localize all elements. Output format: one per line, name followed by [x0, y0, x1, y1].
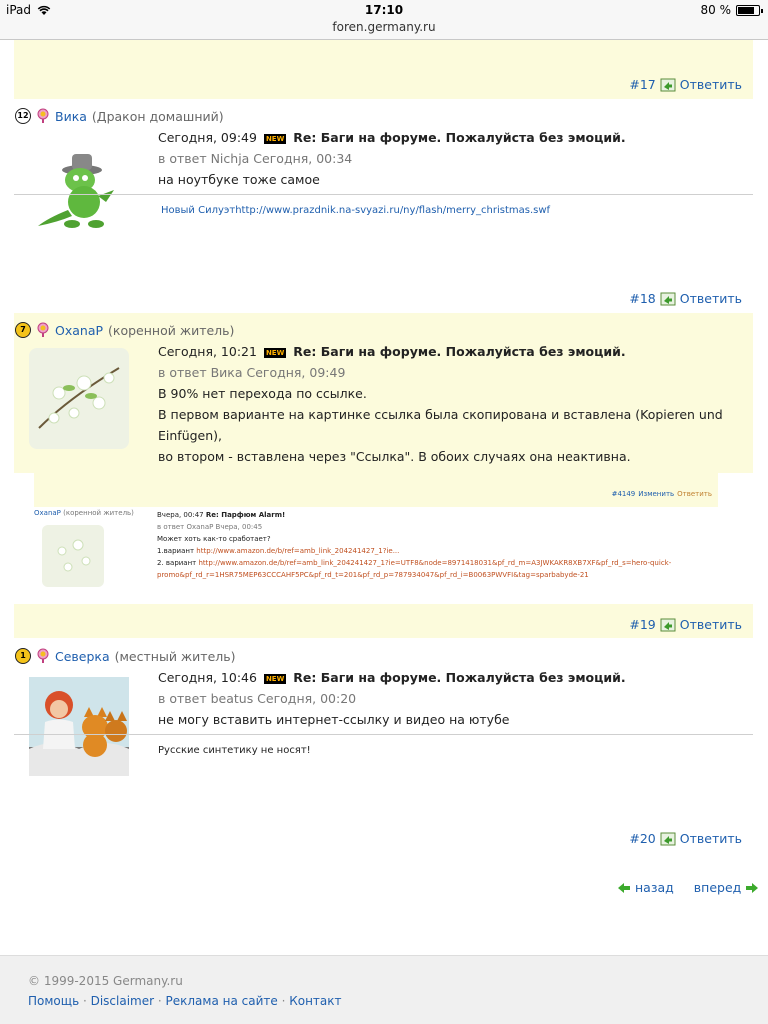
in-reply-to[interactable]: в ответ beatus Сегодня, 00:20: [158, 691, 356, 706]
woman-with-cats-avatar: [29, 677, 129, 776]
post-subject[interactable]: Re: Баги на форуме. Пожалуйста без эмоци…: [293, 130, 625, 145]
pager: назад вперед: [618, 880, 759, 895]
status-bar: iPad 17:10 foren.germany.ru 80 %: [0, 0, 768, 40]
prev-page-link[interactable]: назад: [635, 880, 674, 895]
signature-text: Русские синтетику не носят!: [158, 745, 311, 756]
female-icon: [37, 108, 49, 123]
footer-link-help[interactable]: Помощь: [28, 994, 79, 1008]
footer-link-advertising[interactable]: Реклама на сайте: [166, 994, 278, 1008]
post-number-link[interactable]: #19: [629, 617, 655, 632]
embedded-in-reply: в ответ OxanaP Вчера, 00:45: [157, 523, 263, 531]
embedded-v2-label: 2. вариант: [157, 559, 197, 567]
post-number-link[interactable]: #18: [629, 291, 655, 306]
post-text-line: на ноутбуке тоже самое: [158, 172, 320, 187]
post-date: Сегодня, 10:21: [158, 344, 257, 359]
embedded-screenshot: #4149 Изменить Ответить OxanaP (коренной…: [34, 473, 718, 595]
post-header: Сегодня, 09:49 NEW Re: Баги на форуме. П…: [158, 130, 626, 145]
embedded-reply-link: Ответить: [677, 490, 712, 498]
post-header: Сегодня, 10:21 NEW Re: Баги на форуме. П…: [158, 344, 626, 359]
footer-link-disclaimer[interactable]: Disclaimer: [91, 994, 154, 1008]
signature-link[interactable]: Новый Силуэтhttp://www.prazdnik.na-svyaz…: [161, 205, 550, 216]
embedded-author: OxanaP: [34, 509, 61, 517]
reply-link[interactable]: Ответить: [680, 291, 742, 306]
embedded-avatar: [42, 525, 104, 587]
embedded-v1-link: http://www.amazon.de/b/ref=amb_link_2042…: [196, 547, 400, 555]
post-number-link[interactable]: #20: [629, 831, 655, 846]
post-18-actions: #18 Ответить: [629, 291, 742, 306]
page-footer: © 1999-2015 Germany.ru Помощь · Disclaim…: [0, 955, 768, 1024]
post-text-line: не могу вставить интернет-ссылку и видео…: [158, 712, 510, 727]
in-reply-to[interactable]: в ответ Вика Сегодня, 09:49: [158, 365, 345, 380]
post-20-actions: #20 Ответить: [629, 831, 742, 846]
post-subject[interactable]: Re: Баги на форуме. Пожалуйста без эмоци…: [293, 670, 625, 685]
reply-link[interactable]: Ответить: [680, 617, 742, 632]
signature-divider: [14, 194, 753, 195]
reply-icon[interactable]: [660, 832, 676, 846]
new-badge: NEW: [263, 673, 287, 684]
dragon-avatar: [38, 154, 114, 228]
post-subject[interactable]: Re: Баги на форуме. Пожалуйста без эмоци…: [293, 344, 625, 359]
post-17-actions: #17 Ответить: [629, 77, 742, 92]
blossom-avatar: [29, 348, 129, 449]
author-status: (коренной житель): [108, 322, 235, 338]
reply-link[interactable]: Ответить: [680, 77, 742, 92]
post-body: не могу вставить интернет-ссылку и видео…: [158, 709, 509, 730]
post-body: В 90% нет перехода по ссылке. В первом в…: [158, 383, 768, 467]
author-status: (Дракон домашний): [91, 108, 224, 124]
female-icon: [37, 648, 49, 663]
reply-icon[interactable]: [660, 78, 676, 92]
in-reply-to[interactable]: в ответ Nichja Сегодня, 00:34: [158, 151, 352, 166]
post-header: Сегодня, 10:46 NEW Re: Баги на форуме. П…: [158, 670, 626, 685]
post-date: Сегодня, 10:46: [158, 670, 257, 685]
address-bar[interactable]: foren.germany.ru: [0, 20, 768, 34]
post-text-line: В 90% нет перехода по ссылке.: [158, 386, 367, 401]
footer-link-contact[interactable]: Контакт: [289, 994, 341, 1008]
post-text-line: во втором - вставлена через "Ссылка". В …: [158, 449, 631, 464]
embedded-line: Может хоть как-то сработает?: [157, 535, 271, 543]
reply-link[interactable]: Ответить: [680, 831, 742, 846]
arrow-left-icon[interactable]: [618, 882, 630, 893]
post-body: на ноутбуке тоже самое: [158, 169, 320, 190]
signature-divider: [14, 734, 753, 735]
embedded-post-number: #4149: [611, 490, 636, 498]
embedded-v2-link: http://www.amazon.de/b/ref=amb_link_2042…: [198, 559, 672, 567]
embedded-v2-link-cont: promo&pf_rd_r=1HSR75MEP63CCCAHF5PC&pf_rd…: [157, 571, 589, 579]
embedded-v1-label: 1.вариант: [157, 547, 195, 555]
post-author-row: 7 OxanaP (коренной житель): [15, 322, 234, 338]
rank-icon: 12: [15, 108, 31, 124]
arrow-right-icon[interactable]: [746, 882, 759, 893]
post-author-row: 1 Северка (местный житель): [15, 648, 236, 664]
new-badge: NEW: [263, 347, 287, 358]
rank-icon: 7: [15, 322, 31, 338]
battery-percent: 80 %: [700, 3, 732, 17]
author-name[interactable]: OxanaP: [55, 323, 103, 338]
reply-icon[interactable]: [660, 618, 676, 632]
clock: 17:10: [364, 3, 404, 17]
author-name[interactable]: Северка: [55, 649, 110, 664]
rank-icon: 1: [15, 648, 31, 664]
post-19-actions: #19 Ответить: [629, 617, 742, 632]
author-name[interactable]: Вика: [55, 109, 87, 124]
footer-links: Помощь · Disclaimer · Реклама на сайте ·…: [28, 994, 342, 1008]
reply-icon[interactable]: [660, 292, 676, 306]
female-icon: [37, 322, 49, 337]
embedded-edit-link: Изменить: [638, 490, 675, 498]
author-status: (местный житель): [114, 648, 236, 664]
copyright: © 1999-2015 Germany.ru: [28, 974, 183, 988]
next-page-link[interactable]: вперед: [694, 880, 742, 895]
post-text-line: В первом варианте на картинке ссылка был…: [158, 407, 723, 443]
new-badge: NEW: [263, 133, 287, 144]
post-author-row: 12 Вика (Дракон домашний): [15, 108, 224, 124]
post-date: Сегодня, 09:49: [158, 130, 257, 145]
post-number-link[interactable]: #17: [629, 77, 655, 92]
embedded-date: Вчера, 00:47: [157, 511, 204, 519]
embedded-subject: Re: Парфюм Alarm!: [205, 511, 286, 519]
battery-icon: [736, 4, 763, 16]
embedded-status: (коренной житель): [63, 509, 134, 517]
